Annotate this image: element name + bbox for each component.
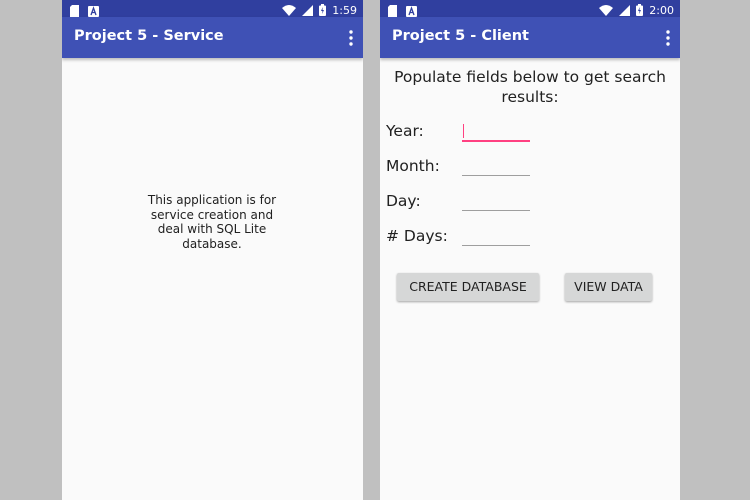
app-bar: Project 5 - Client bbox=[380, 17, 680, 58]
intro-text: Populate fields below to get search resu… bbox=[394, 68, 666, 106]
num-days-label: # Days: bbox=[386, 227, 448, 245]
page-title: Project 5 - Service bbox=[74, 28, 224, 44]
status-time: 1:59 bbox=[332, 3, 357, 17]
page-title: Project 5 - Client bbox=[392, 28, 529, 44]
text-cursor bbox=[463, 124, 464, 138]
month-label: Month: bbox=[386, 157, 440, 175]
day-label: Day: bbox=[386, 192, 421, 210]
app-bar: Project 5 - Service bbox=[62, 17, 363, 58]
num-days-field[interactable] bbox=[462, 225, 530, 246]
view-data-button[interactable]: VIEW DATA bbox=[565, 273, 652, 301]
client-screen: 2:00 Project 5 - Client Populate fields … bbox=[380, 0, 680, 500]
year-label: Year: bbox=[386, 122, 424, 140]
day-field[interactable] bbox=[462, 190, 530, 211]
service-description: This application is for service creation… bbox=[147, 193, 277, 251]
year-field[interactable] bbox=[462, 120, 530, 142]
create-database-button[interactable]: CREATE DATABASE bbox=[397, 273, 539, 301]
month-field[interactable] bbox=[462, 155, 530, 176]
overflow-menu-icon[interactable] bbox=[666, 30, 670, 46]
status-bar: 2:00 bbox=[380, 0, 680, 17]
service-screen: 1:59 Project 5 - Service This applicatio… bbox=[62, 0, 363, 500]
status-bar: 1:59 bbox=[62, 0, 363, 17]
overflow-menu-icon[interactable] bbox=[349, 30, 353, 46]
status-time: 2:00 bbox=[649, 3, 674, 17]
